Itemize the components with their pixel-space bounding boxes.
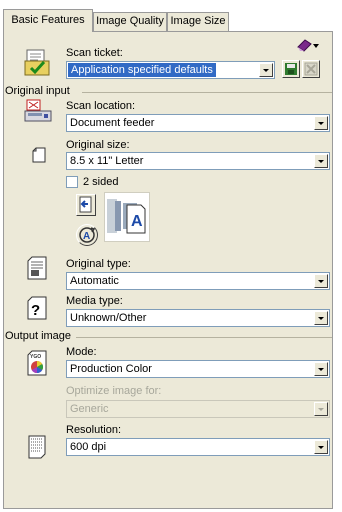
chevron-down-icon[interactable] xyxy=(314,274,328,288)
scan-ticket-icon xyxy=(24,49,52,77)
scan-ticket-label: Scan ticket: xyxy=(66,47,123,59)
scan-location-select[interactable]: Document feeder xyxy=(66,114,330,132)
eraser-menu-icon[interactable] xyxy=(296,38,320,52)
tab-basic-features[interactable]: Basic Features xyxy=(3,9,93,32)
scan-location-value: Document feeder xyxy=(70,117,155,129)
tab-image-quality[interactable]: Image Quality xyxy=(93,12,167,31)
color-mode-icon: YGO xyxy=(26,350,48,376)
section-divider xyxy=(76,337,332,338)
resolution-icon xyxy=(28,435,46,459)
svg-text:A: A xyxy=(131,213,143,230)
feed-direction-button[interactable] xyxy=(76,194,96,216)
tab-bar: Basic Features Image Quality Image Size xyxy=(0,0,342,32)
chevron-down-icon[interactable] xyxy=(314,402,328,416)
original-size-value: 8.5 x 11" Letter xyxy=(70,155,144,167)
optimize-label: Optimize image for: xyxy=(66,385,162,397)
section-divider xyxy=(82,92,332,93)
original-type-value: Automatic xyxy=(70,275,119,287)
svg-text:YGO: YGO xyxy=(30,354,41,360)
svg-text:A: A xyxy=(83,231,90,242)
media-type-label: Media type: xyxy=(66,295,123,307)
media-type-icon: ? xyxy=(26,296,48,320)
chevron-down-icon[interactable] xyxy=(314,362,328,376)
resolution-label: Resolution: xyxy=(66,424,122,436)
resolution-value: 600 dpi xyxy=(70,441,107,453)
original-size-label: Original size: xyxy=(66,139,130,151)
svg-text:?: ? xyxy=(31,302,40,319)
two-sided-checkbox[interactable] xyxy=(66,176,78,188)
scan-ticket-select[interactable]: Application specified defaults xyxy=(66,61,275,79)
page-icon xyxy=(32,147,46,163)
rotate-icon: A xyxy=(79,227,96,243)
two-sided-label: 2 sided xyxy=(83,176,119,188)
original-size-select[interactable]: 8.5 x 11" Letter xyxy=(66,152,330,170)
scanner-icon xyxy=(24,98,52,124)
delete-ticket-button[interactable] xyxy=(302,60,320,78)
chevron-down-icon[interactable] xyxy=(314,116,328,130)
scan-location-label: Scan location: xyxy=(66,100,136,112)
resolution-select[interactable]: 600 dpi xyxy=(66,438,330,456)
feed-direction-icon xyxy=(79,196,92,213)
media-type-select[interactable]: Unknown/Other xyxy=(66,309,330,327)
output-image-heading: Output image xyxy=(5,330,72,342)
media-type-value: Unknown/Other xyxy=(70,312,147,324)
document-preview-icon: A xyxy=(104,192,150,242)
chevron-down-icon[interactable] xyxy=(314,440,328,454)
original-type-label: Original type: xyxy=(66,258,131,270)
chevron-down-icon[interactable] xyxy=(314,154,328,168)
optimize-value: Generic xyxy=(70,403,109,415)
original-type-select[interactable]: Automatic xyxy=(66,272,330,290)
tab-image-size[interactable]: Image Size xyxy=(167,12,229,31)
mode-value: Production Color xyxy=(70,363,152,375)
mode-select[interactable]: Production Color xyxy=(66,360,330,378)
chevron-down-icon[interactable] xyxy=(259,63,273,77)
original-type-icon xyxy=(26,256,48,280)
rotate-button[interactable]: A xyxy=(76,224,98,246)
save-icon xyxy=(285,63,297,75)
basic-features-panel: Scan ticket: Application specified defau… xyxy=(3,31,333,509)
delete-icon xyxy=(304,62,318,76)
original-input-heading: Original input xyxy=(5,85,70,97)
mode-label: Mode: xyxy=(66,346,97,358)
optimize-select[interactable]: Generic xyxy=(66,400,330,418)
chevron-down-icon[interactable] xyxy=(314,311,328,325)
scan-ticket-value: Application specified defaults xyxy=(68,63,216,77)
save-ticket-button[interactable] xyxy=(282,60,300,78)
